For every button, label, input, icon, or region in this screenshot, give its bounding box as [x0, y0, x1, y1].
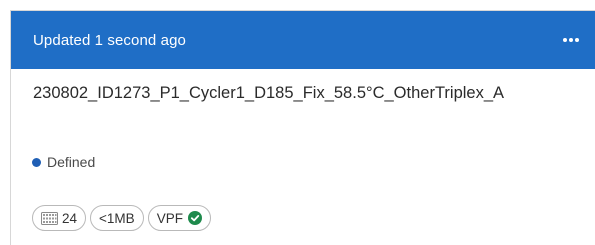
plate-card[interactable]: Updated 1 second ago 230802_ID1273_P1_Cy… [10, 10, 595, 245]
status-row: Defined [32, 154, 95, 170]
ellipsis-icon [562, 37, 580, 43]
wells-chip: 24 [32, 205, 87, 231]
updated-text: Updated 1 second ago [33, 31, 186, 49]
plate-grid-icon [41, 211, 58, 225]
size-chip: <1MB [90, 205, 144, 231]
check-circle-icon [187, 211, 202, 225]
size-label: <1MB [99, 210, 135, 226]
card-header: Updated 1 second ago [11, 11, 595, 69]
chip-row: 24 <1MB VPF [32, 205, 211, 231]
status-label: Defined [47, 154, 96, 170]
vpf-chip: VPF [147, 205, 211, 231]
status-dot-icon [32, 157, 41, 167]
card-body: 230802_ID1273_P1_Cycler1_D185_Fix_58.5°C… [11, 84, 595, 103]
wells-count: 24 [62, 210, 78, 226]
more-options-button[interactable] [559, 28, 583, 52]
plate-name[interactable]: 230802_ID1273_P1_Cycler1_D185_Fix_58.5°C… [33, 84, 595, 103]
vpf-label: VPF [156, 210, 183, 226]
